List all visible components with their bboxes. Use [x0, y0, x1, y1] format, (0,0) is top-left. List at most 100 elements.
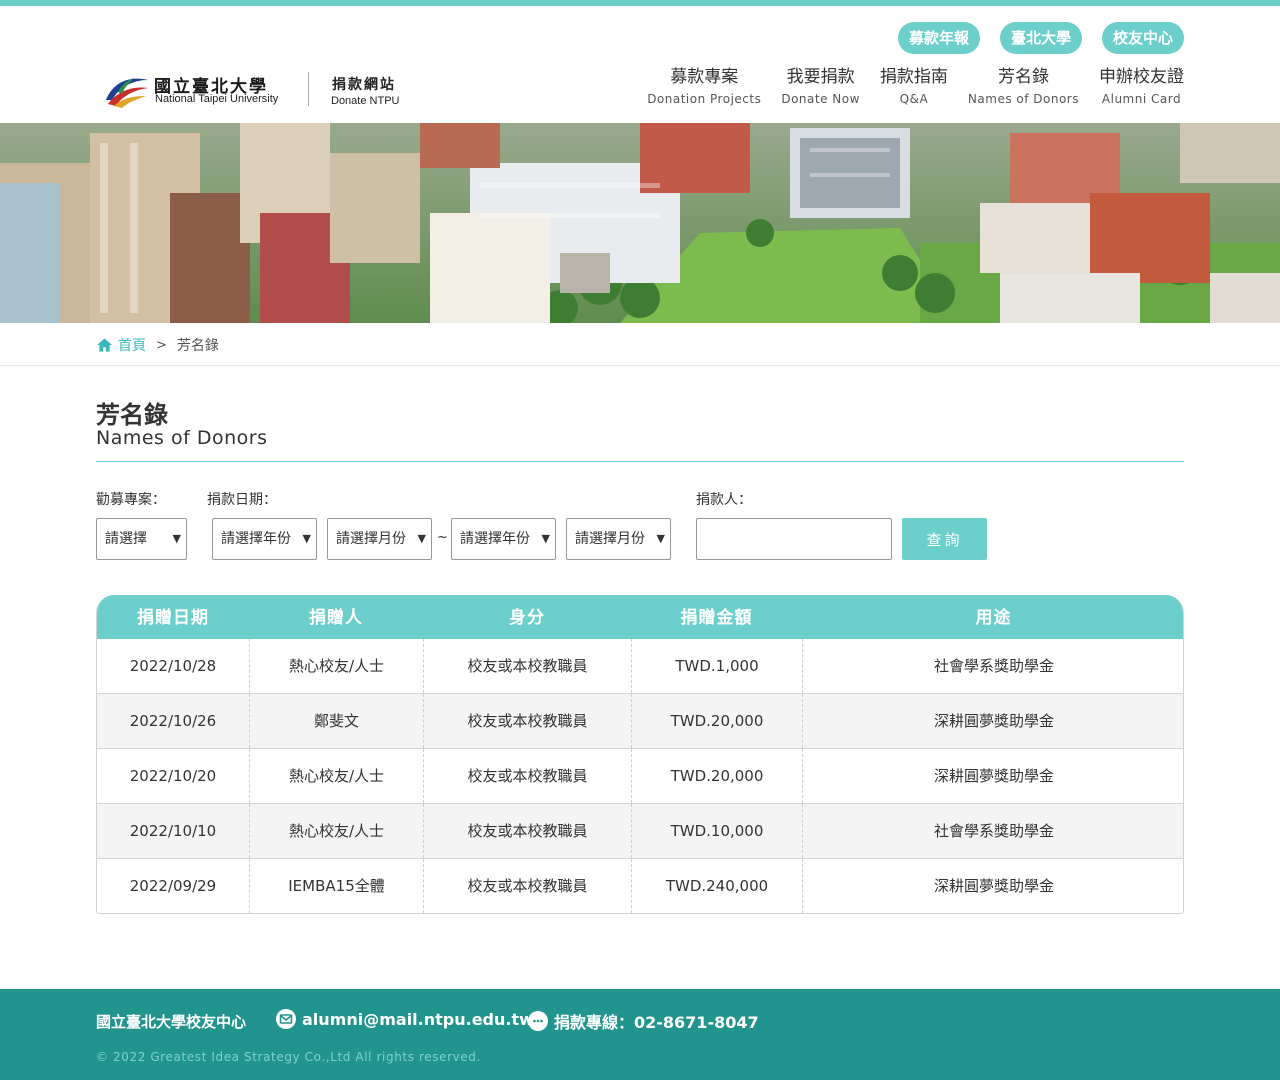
end-year-value: 請選擇年份 [460, 531, 530, 547]
main-nav: 募款專案 Donation Projects 我要捐款 Donate Now 捐… [647, 66, 1184, 106]
nav-qa[interactable]: 捐款指南 Q&A [880, 66, 948, 106]
nav-label-cn: 申辦校友證 [1099, 67, 1184, 87]
donors-table: 捐贈日期 捐贈人 身分 捐贈金額 用途 2022/10/28 熱心校友/人士 校… [96, 595, 1184, 914]
pill-annual-report[interactable]: 募款年報 [897, 22, 980, 54]
mail-icon [276, 1009, 296, 1029]
page-subtitle: Names of Donors [96, 427, 268, 449]
column-header: 身分 [509, 608, 545, 628]
footer-copyright: © 2022 Greatest Idea Strategy Co.,Ltd Al… [96, 1050, 481, 1064]
cell-identity: 校友或本校教職員 [424, 639, 632, 693]
cell-date: 2022/10/20 [97, 749, 250, 803]
donor-search-input[interactable] [696, 518, 892, 560]
query-button[interactable]: 查詢 [902, 518, 987, 560]
table-row: 2022/10/10 熱心校友/人士 校友或本校教職員 TWD.10,000 社… [97, 804, 1183, 859]
breadcrumb-separator: > [156, 337, 167, 353]
footer-email[interactable]: alumni@mail.ntpu.edu.tw [276, 1009, 534, 1029]
cell-donor: 鄭斐文 [250, 694, 424, 748]
site-logo[interactable]: 國立臺北大學 National Taipei University 捐款網站 D… [104, 70, 399, 110]
cell-donor: 熱心校友/人士 [250, 804, 424, 858]
cell-purpose: 社會學系獎助學金 [933, 822, 1054, 840]
end-month-select[interactable]: 請選擇月份 ▼ [566, 518, 671, 560]
footer-email-text: alumni@mail.ntpu.edu.tw [302, 1009, 534, 1029]
site-header: 募款年報 臺北大學 校友中心 國立臺北大學 National Taipei Un… [0, 6, 1280, 123]
cell-purpose: 深耕圓夢獎助學金 [933, 767, 1054, 785]
chevron-down-icon: ▼ [302, 532, 311, 545]
date-range-separator: ~ [437, 530, 448, 545]
cell-donor: 熱心校友/人士 [250, 639, 424, 693]
cell-date: 2022/10/26 [97, 694, 250, 748]
chat-icon [528, 1011, 548, 1031]
project-select-value: 請選擇 [105, 531, 147, 547]
nav-label-cn: 芳名錄 [997, 67, 1049, 87]
nav-donation-projects[interactable]: 募款專案 Donation Projects [647, 66, 761, 106]
nav-label-en: Alumni Card [1101, 92, 1182, 106]
cell-donor: 熱心校友/人士 [250, 749, 424, 803]
pill-alumni-center[interactable]: 校友中心 [1101, 22, 1184, 54]
cell-amount: TWD.20,000 [632, 694, 803, 748]
cell-amount: TWD.20,000 [632, 749, 803, 803]
ntpu-emblem-icon [104, 70, 150, 110]
date-label: 捐款日期： [207, 492, 277, 508]
cell-amount: TWD.10,000 [632, 804, 803, 858]
pill-ntpu[interactable]: 臺北大學 [999, 22, 1082, 54]
nav-label-cn: 募款專案 [670, 67, 739, 87]
nav-label-en: Donate Now [781, 92, 860, 106]
table-row: 2022/10/26 鄭斐文 校友或本校教職員 TWD.20,000 深耕圓夢獎… [97, 694, 1183, 749]
breadcrumb-current: 芳名錄 [176, 338, 219, 354]
end-year-select[interactable]: 請選擇年份 ▼ [451, 518, 556, 560]
chevron-down-icon: ▼ [656, 532, 665, 545]
footer-org-name: 國立臺北大學校友中心 [96, 1013, 247, 1031]
nav-donate-now[interactable]: 我要捐款 Donate Now [781, 66, 860, 106]
cell-purpose: 深耕圓夢獎助學金 [933, 877, 1054, 895]
project-select[interactable]: 請選擇 ▼ [96, 518, 187, 560]
logo-name-en: National Taipei University [155, 93, 279, 105]
chevron-down-icon: ▼ [541, 532, 550, 545]
start-year-select[interactable]: 請選擇年份 ▼ [212, 518, 317, 560]
cell-identity: 校友或本校教職員 [424, 694, 632, 748]
home-icon[interactable] [97, 338, 112, 352]
table-row: 2022/09/29 IEMBA15全體 校友或本校教職員 TWD.240,00… [97, 859, 1183, 913]
cell-identity: 校友或本校教職員 [424, 859, 632, 913]
breadcrumb-home-link[interactable]: 首頁 [118, 335, 146, 355]
nav-label-en: Donation Projects [647, 92, 762, 106]
nav-alumni-card[interactable]: 申辦校友證 Alumni Card [1099, 66, 1184, 106]
cell-purpose: 社會學系獎助學金 [933, 657, 1054, 675]
project-label: 勸募專案： [96, 492, 166, 508]
logo-site-en: Donate NTPU [331, 95, 400, 107]
logo-site-cn: 捐款網站 [332, 77, 396, 93]
campus-banner-image [0, 123, 1280, 323]
nav-label-en: Names of Donors [967, 92, 1079, 106]
page-title: 芳名錄 [96, 401, 168, 429]
cell-amount: TWD.1,000 [632, 639, 803, 693]
start-month-value: 請選擇月份 [336, 531, 406, 547]
column-header: 捐贈金額 [680, 608, 753, 628]
end-month-value: 請選擇月份 [575, 531, 645, 547]
start-year-value: 請選擇年份 [221, 531, 291, 547]
column-header: 捐贈日期 [137, 608, 209, 628]
column-header: 捐贈人 [309, 608, 363, 628]
site-footer: 國立臺北大學校友中心 alumni@mail.ntpu.edu.tw 捐款專線：… [0, 989, 1280, 1080]
cell-identity: 校友或本校教職員 [424, 804, 632, 858]
nav-names-of-donors[interactable]: 芳名錄 Names of Donors [968, 66, 1079, 106]
breadcrumb: 首頁 > 芳名錄 [0, 323, 1280, 366]
cell-donor: IEMBA15全體 [250, 859, 424, 913]
title-divider [96, 461, 1184, 462]
nav-label-cn: 捐款指南 [879, 67, 948, 87]
nav-label-cn: 我要捐款 [786, 67, 855, 87]
start-month-select[interactable]: 請選擇月份 ▼ [327, 518, 432, 560]
nav-label-en: Q&A [899, 92, 929, 106]
quick-links: 募款年報 臺北大學 校友中心 [897, 22, 1184, 54]
cell-amount: TWD.240,000 [632, 859, 803, 913]
donor-label: 捐款人： [696, 492, 752, 508]
chevron-down-icon: ▼ [417, 532, 426, 545]
column-header: 用途 [975, 608, 1012, 628]
cell-identity: 校友或本校教職員 [424, 749, 632, 803]
footer-phone: 捐款專線：02-8671-8047 [528, 1009, 759, 1033]
chevron-down-icon: ▼ [172, 532, 181, 545]
table-row: 2022/10/28 熱心校友/人士 校友或本校教職員 TWD.1,000 社會… [97, 639, 1183, 694]
cell-date: 2022/10/28 [97, 639, 250, 693]
table-row: 2022/10/20 熱心校友/人士 校友或本校教職員 TWD.20,000 深… [97, 749, 1183, 804]
logo-divider [308, 72, 309, 106]
table-header: 捐贈日期 捐贈人 身分 捐贈金額 用途 [97, 595, 1183, 639]
cell-date: 2022/10/10 [97, 804, 250, 858]
